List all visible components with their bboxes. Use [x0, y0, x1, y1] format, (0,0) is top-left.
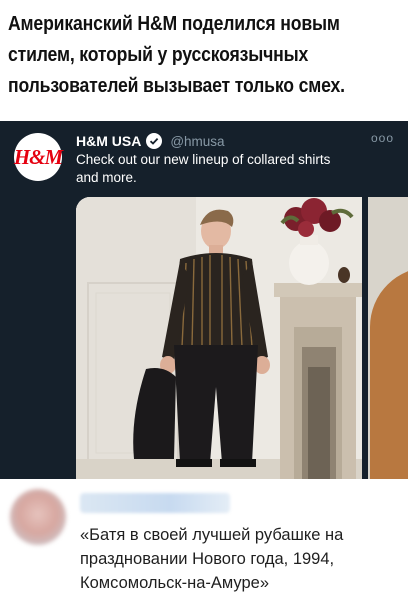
tweet-photo[interactable]: [76, 197, 408, 479]
reply-author-blurred: [80, 493, 230, 513]
headline-line-3: пользователей вызывает только смех.: [8, 74, 345, 97]
tweet-card[interactable]: H&M H&M USA @hmusa ooo Check out our new…: [0, 121, 408, 479]
verified-badge-icon: [146, 133, 163, 149]
reply-line-2: праздновании Нового года, 1994,: [80, 550, 335, 568]
more-options-icon[interactable]: ooo: [371, 131, 394, 145]
reply-comment: «Батя в своей лучшей рубашке на празднов…: [0, 479, 408, 604]
tweet-text-line-1: Check out our new lineup of collared shi…: [76, 152, 331, 167]
hm-avatar[interactable]: H&M: [13, 133, 63, 181]
headline-line-2: стилем, который у русскоязычных: [8, 43, 309, 66]
reply-avatar[interactable]: [10, 489, 66, 545]
second-photo-object: [370, 267, 408, 479]
tweet-handle[interactable]: @hmusa: [170, 134, 224, 149]
photo-illustration: [76, 197, 362, 479]
meme-headline: Американский H&M поделился новым стилем,…: [8, 8, 404, 101]
tweet-text: Check out our new lineup of collared shi…: [76, 151, 394, 187]
headline-line-1: Американский H&M поделился новым: [8, 12, 340, 35]
hm-logo: H&M: [13, 144, 63, 169]
reply-text: «Батя в своей лучшей рубашке на празднов…: [80, 523, 400, 595]
tweet-header: H&M USA @hmusa ooo: [76, 131, 394, 151]
reply-line-1: «Батя в своей лучшей рубашке на: [80, 526, 344, 544]
reply-line-3: Комсомольск-на-Амуре»: [80, 574, 270, 592]
tweet-text-line-2: and more.: [76, 170, 137, 185]
tweet-author-name[interactable]: H&M USA: [76, 133, 141, 149]
